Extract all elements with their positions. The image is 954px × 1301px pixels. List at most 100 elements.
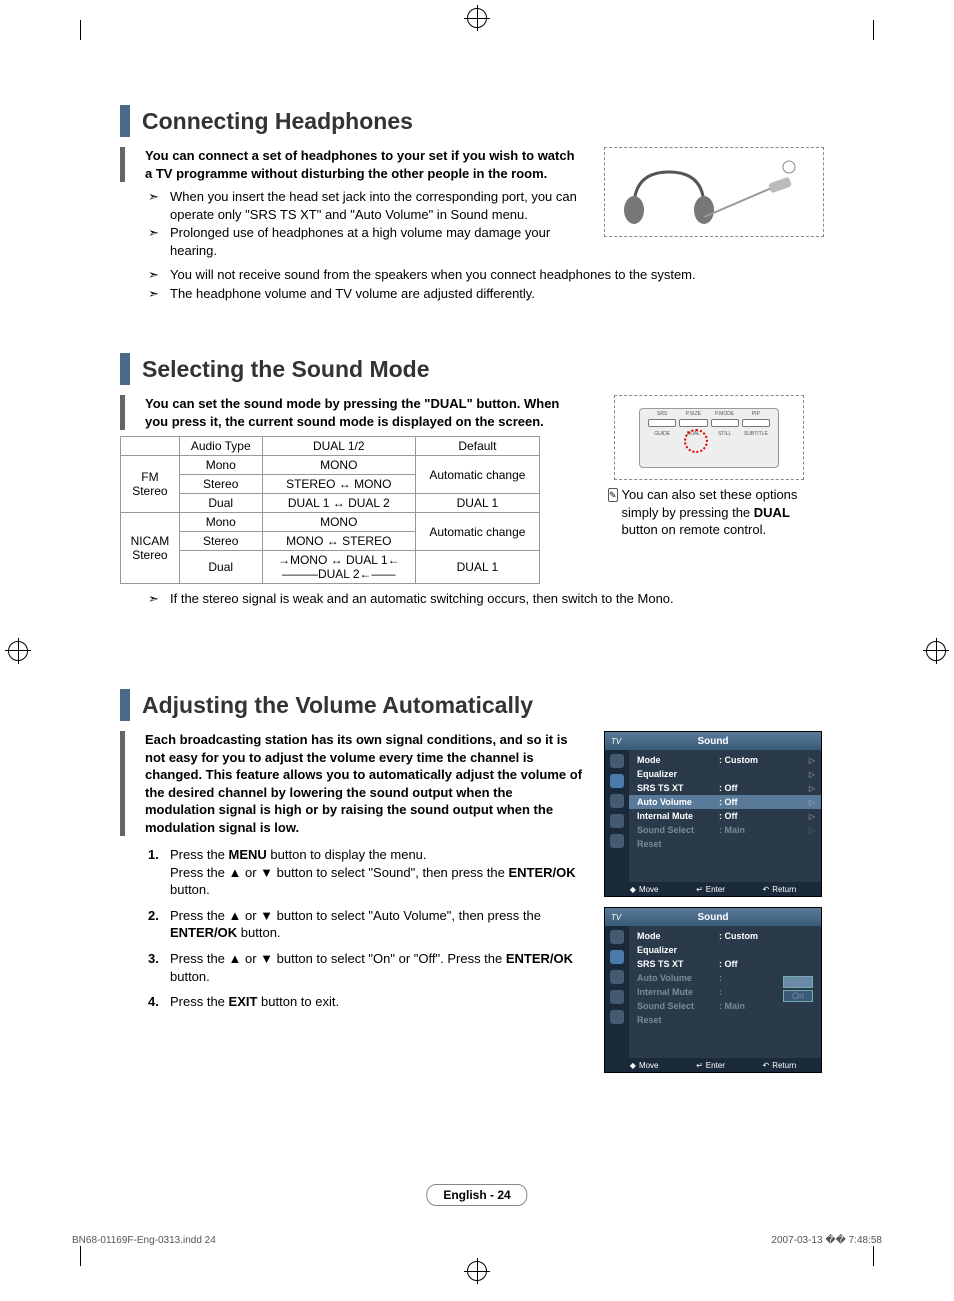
osd-menu-row: Internal Mute: (637, 985, 815, 999)
osd-menu-row: Equalizer▷ (637, 767, 815, 781)
bullet-list: When you insert the head set jack into t… (148, 188, 584, 259)
osd-category-icons (605, 750, 629, 882)
table-cell: Dual (179, 494, 262, 513)
footer-filename: BN68-01169F-Eng-0313.indd 24 (72, 1235, 216, 1246)
remote-button-icon (679, 419, 707, 427)
table-cell: Automatic change (415, 513, 539, 551)
osd-menu-row: SRS TS XT: Off (637, 957, 815, 971)
intro-accent-bar (120, 731, 125, 836)
bullet-item: When you insert the head set jack into t… (148, 188, 584, 223)
page-number-badge: English - 24 (426, 1184, 527, 1206)
remote-label: GUIDE (648, 431, 676, 437)
osd-foot-return: ↶ Return (762, 1061, 796, 1070)
osd-tv-label: TV (611, 913, 621, 922)
table-cell: Mono (179, 456, 262, 475)
sound-mode-table: Audio TypeDUAL 1/2DefaultFM StereoMonoMO… (120, 436, 540, 584)
osd-row-label: Mode (637, 755, 719, 765)
osd-category-icon (610, 1010, 624, 1024)
osd-row-value: : (719, 973, 779, 983)
intro-text-sound-mode: You can set the sound mode by pressing t… (145, 395, 584, 430)
remote-label: PIP (742, 411, 770, 417)
osd-row-label: Equalizer (637, 945, 719, 955)
table-cell: Automatic change (415, 456, 539, 494)
osd-title: Sound (605, 736, 821, 747)
heading-connecting-headphones: Connecting Headphones (142, 108, 413, 135)
osd-row-label: SRS TS XT (637, 959, 719, 969)
table-cell: MONO (262, 513, 415, 532)
osd-category-icon (610, 970, 624, 984)
table-group-header: NICAM Stereo (121, 513, 180, 584)
intro-block: Each broadcasting station has its own si… (120, 731, 584, 836)
osd-menu-row: Reset (637, 837, 815, 851)
table-cell: Stereo (179, 475, 262, 494)
table-row: DualDUAL 1 ↔ DUAL 2DUAL 1 (121, 494, 540, 513)
table-cell: DUAL 1 (415, 551, 539, 584)
remote-label: P.SIZE (679, 411, 707, 417)
dual-button-highlight-icon (684, 429, 708, 453)
intro-block: You can set the sound mode by pressing t… (120, 395, 584, 430)
osd-category-icon (610, 794, 624, 808)
osd-menu-row: Auto Volume:OffOn (637, 971, 815, 985)
table-header: Default (415, 437, 539, 456)
table-cell: DUAL 1 ↔ DUAL 2 (262, 494, 415, 513)
osd-menu-row: Sound Select: Main (637, 999, 815, 1013)
osd-menu-row: Reset (637, 1013, 815, 1027)
intro-block: You can connect a set of headphones to y… (120, 147, 584, 182)
chevron-right-icon: ▷ (809, 756, 815, 765)
intro-accent-bar (120, 395, 125, 430)
osd-foot-move: ◆ Move (630, 885, 659, 894)
osd-foot-enter: ↵Enter (696, 1061, 725, 1070)
osd-row-value: : Custom (719, 755, 779, 765)
step-text: Press the ▲ or ▼ button to select "On" o… (170, 950, 584, 985)
step-text: Press the MENU button to display the men… (170, 846, 584, 899)
headphone-illustration (604, 147, 824, 237)
osd-screenshot-1: TVSound Mode: Custom ▷ Equalizer▷ SRS TS XT:… (604, 731, 822, 897)
osd-menu-row: Sound Select: Main▷ (637, 823, 815, 837)
osd-row-value: : Main (719, 1001, 779, 1011)
osd-tv-label: TV (611, 737, 621, 746)
step-item: 3.Press the ▲ or ▼ button to select "On"… (148, 950, 584, 985)
heading-auto-volume: Adjusting the Volume Automatically (142, 692, 533, 719)
osd-category-icon (610, 950, 624, 964)
remote-label: STILL (711, 431, 739, 437)
osd-row-label: Internal Mute (637, 987, 719, 997)
remote-label: P.MODE (711, 411, 739, 417)
osd-category-icon (610, 990, 624, 1004)
step-number: 1. (148, 846, 170, 899)
step-number: 4. (148, 993, 170, 1011)
osd-category-icons (605, 926, 629, 1058)
osd-row-value: : Custom (719, 931, 779, 941)
table-cell: Stereo (179, 532, 262, 551)
osd-menu-row: Equalizer (637, 943, 815, 957)
table-header: Audio Type (179, 437, 262, 456)
bullet-item: If the stereo signal is weak and an auto… (148, 590, 824, 608)
bullet-item: The headphone volume and TV volume are a… (148, 285, 824, 303)
step-item: 1.Press the MENU button to display the m… (148, 846, 584, 899)
headphones-icon (614, 152, 814, 232)
remote-note: ✎ You can also set these options simply … (608, 486, 824, 539)
osd-row-value: : Main (719, 825, 779, 835)
table-row: Dual→MONO ↔ DUAL 1← ———DUAL 2←——DUAL 1 (121, 551, 540, 584)
bullet-item: You will not receive sound from the spea… (148, 266, 824, 284)
remote-note-text: You can also set these options simply by… (622, 486, 824, 539)
table-cell: MONO ↔ STEREO (262, 532, 415, 551)
intro-text-auto-volume: Each broadcasting station has its own si… (145, 731, 584, 836)
osd-category-icon (610, 814, 624, 828)
osd-row-label: SRS TS XT (637, 783, 719, 793)
table-header: DUAL 1/2 (262, 437, 415, 456)
osd-row-value: : Off (719, 797, 779, 807)
table-cell: Dual (179, 551, 262, 584)
osd-row-label: Reset (637, 1015, 719, 1025)
osd-title: Sound (605, 912, 821, 923)
bullet-list: If the stereo signal is weak and an auto… (148, 590, 824, 608)
osd-foot-return: ↶ Return (762, 885, 796, 894)
osd-menu-row: Internal Mute: Off▷ (637, 809, 815, 823)
osd-foot-enter: ↵Enter (696, 885, 725, 894)
osd-row-value: : Off (719, 783, 779, 793)
osd-row-value: : (719, 987, 779, 997)
osd-menu-row: Mode: Custom (637, 929, 815, 943)
chevron-right-icon: ▷ (809, 784, 815, 793)
remote-label: SRS (648, 411, 676, 417)
title-accent-bar (120, 689, 130, 721)
osd-row-label: Sound Select (637, 1001, 719, 1011)
